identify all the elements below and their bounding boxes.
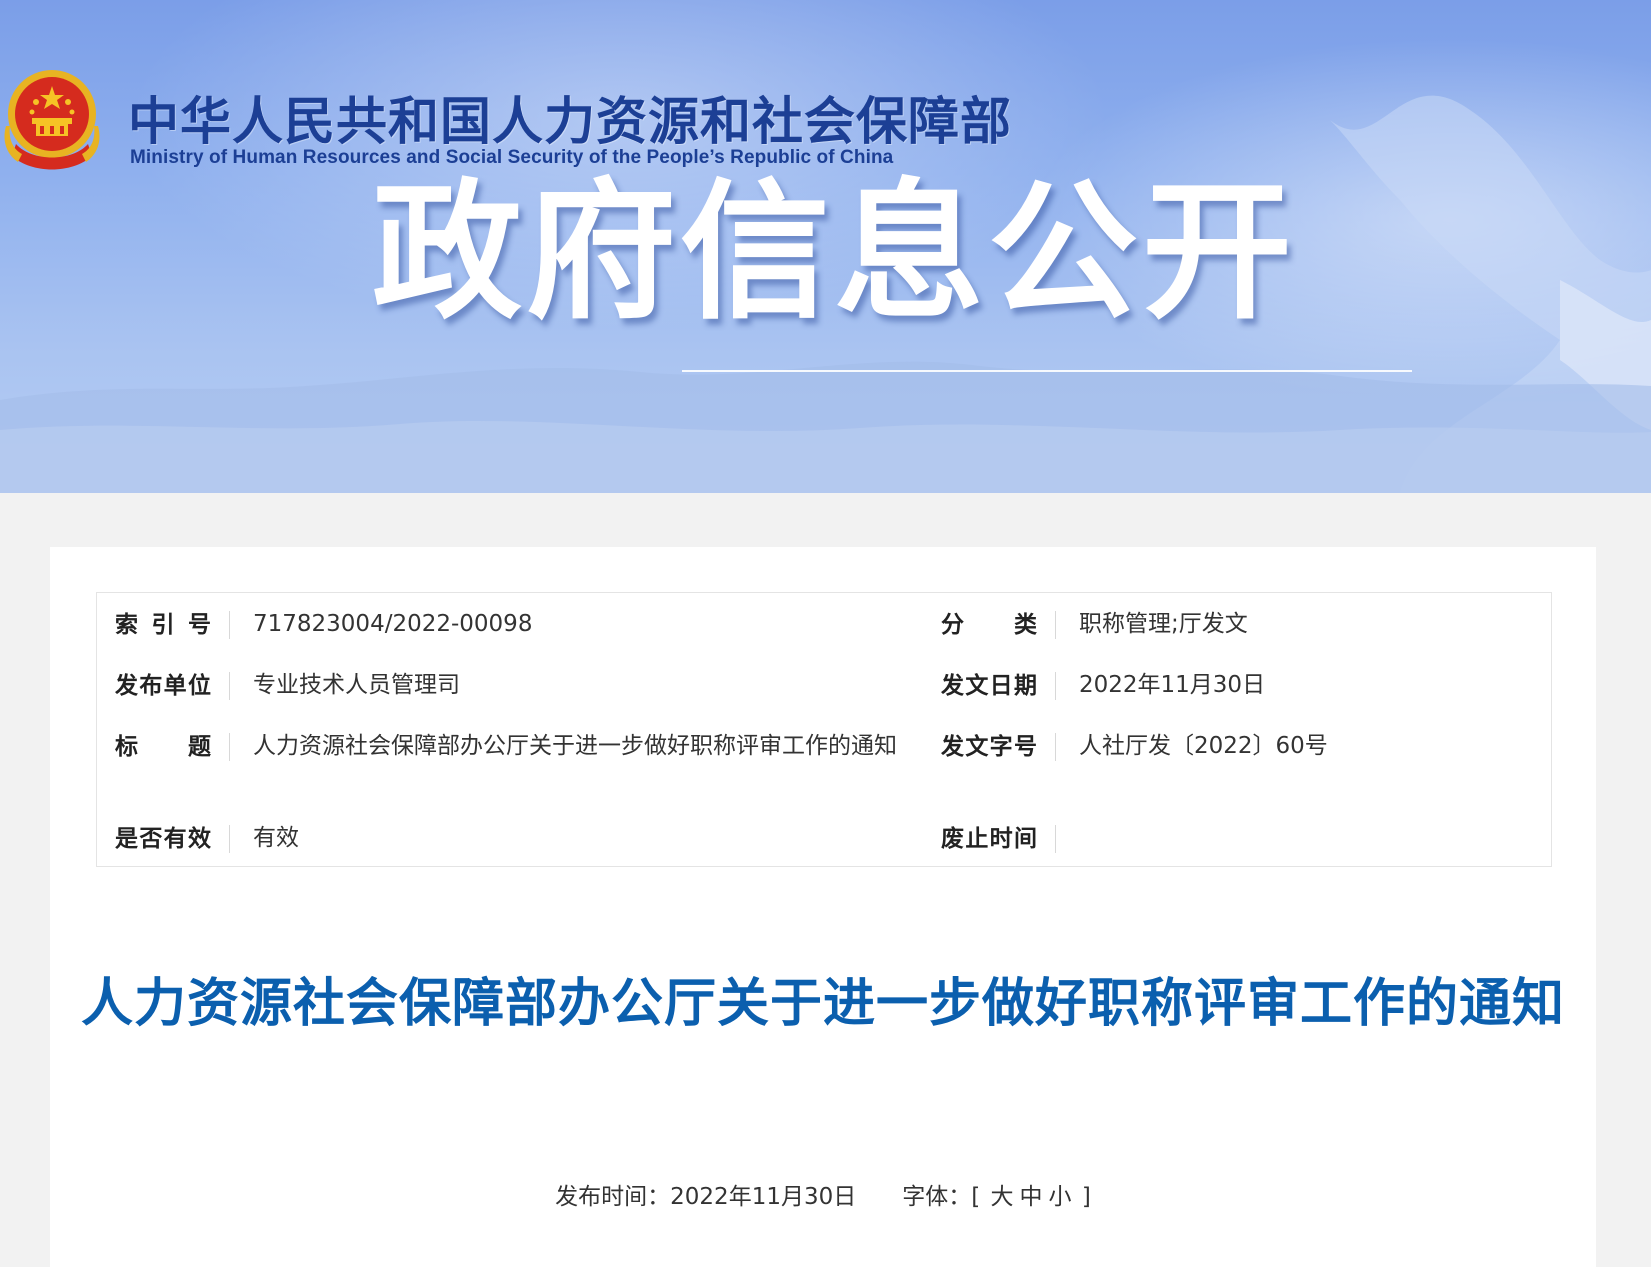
header-banner: 中华人民共和国人力资源和社会保障部 Ministry of Human Reso… xyxy=(0,0,1651,493)
issue-date-value: 2022年11月30日 xyxy=(1079,672,1266,698)
doc-number-value: 人社厅发〔2022〕60号 xyxy=(1079,733,1328,759)
publisher-label: 发布单位 xyxy=(115,673,211,699)
font-size-label: 字体： xyxy=(902,1184,972,1210)
ministry-name-cn: 中华人民共和国人力资源和社会保障部 xyxy=(128,93,1013,152)
separator xyxy=(1055,733,1056,761)
doc-number-label: 发文字号 xyxy=(941,734,1037,760)
publisher-value: 专业技术人员管理司 xyxy=(253,672,460,698)
category-value: 职称管理;厅发文 xyxy=(1079,611,1248,637)
separator xyxy=(229,825,230,853)
separator xyxy=(1055,672,1056,700)
metadata-table: 索引号 717823004/2022-00098 分类 职称管理;厅发文 发布单… xyxy=(96,592,1552,867)
font-small-button[interactable]: 小 xyxy=(1046,1184,1075,1210)
separator xyxy=(229,611,230,639)
publish-time-value: 2022年11月30日 xyxy=(670,1184,857,1210)
content-card: 索引号 717823004/2022-00098 分类 职称管理;厅发文 发布单… xyxy=(50,547,1596,1267)
separator xyxy=(1055,611,1056,639)
valid-label: 是否有效 xyxy=(115,826,211,852)
publish-info-bar: 发布时间：2022年11月30日 字体：[ 大中小 ] xyxy=(50,1177,1596,1211)
category-label: 分类 xyxy=(941,612,1037,638)
separator xyxy=(1055,825,1056,853)
banner-divider xyxy=(682,370,1412,372)
title-value: 人力资源社会保障部办公厅关于进一步做好职称评审工作的通知 xyxy=(253,733,897,759)
separator xyxy=(229,672,230,700)
index-value: 717823004/2022-00098 xyxy=(253,611,533,637)
issue-date-label: 发文日期 xyxy=(941,673,1037,699)
title-label: 标题 xyxy=(115,734,211,760)
valid-value: 有效 xyxy=(253,825,299,851)
bracket-close: ] xyxy=(1081,1184,1091,1210)
abolish-label: 废止时间 xyxy=(941,826,1037,852)
bracket-open: [ xyxy=(971,1184,981,1210)
index-label: 索引号 xyxy=(115,612,211,638)
font-medium-button[interactable]: 中 xyxy=(1017,1184,1046,1210)
font-large-button[interactable]: 大 xyxy=(988,1184,1017,1210)
publish-time-label: 发布时间： xyxy=(555,1184,671,1210)
article-title: 人力资源社会保障部办公厅关于进一步做好职称评审工作的通知 xyxy=(80,974,1565,1034)
national-emblem-icon xyxy=(4,70,100,170)
banner-title: 政府信息公开 xyxy=(372,166,1297,340)
separator xyxy=(229,733,230,761)
